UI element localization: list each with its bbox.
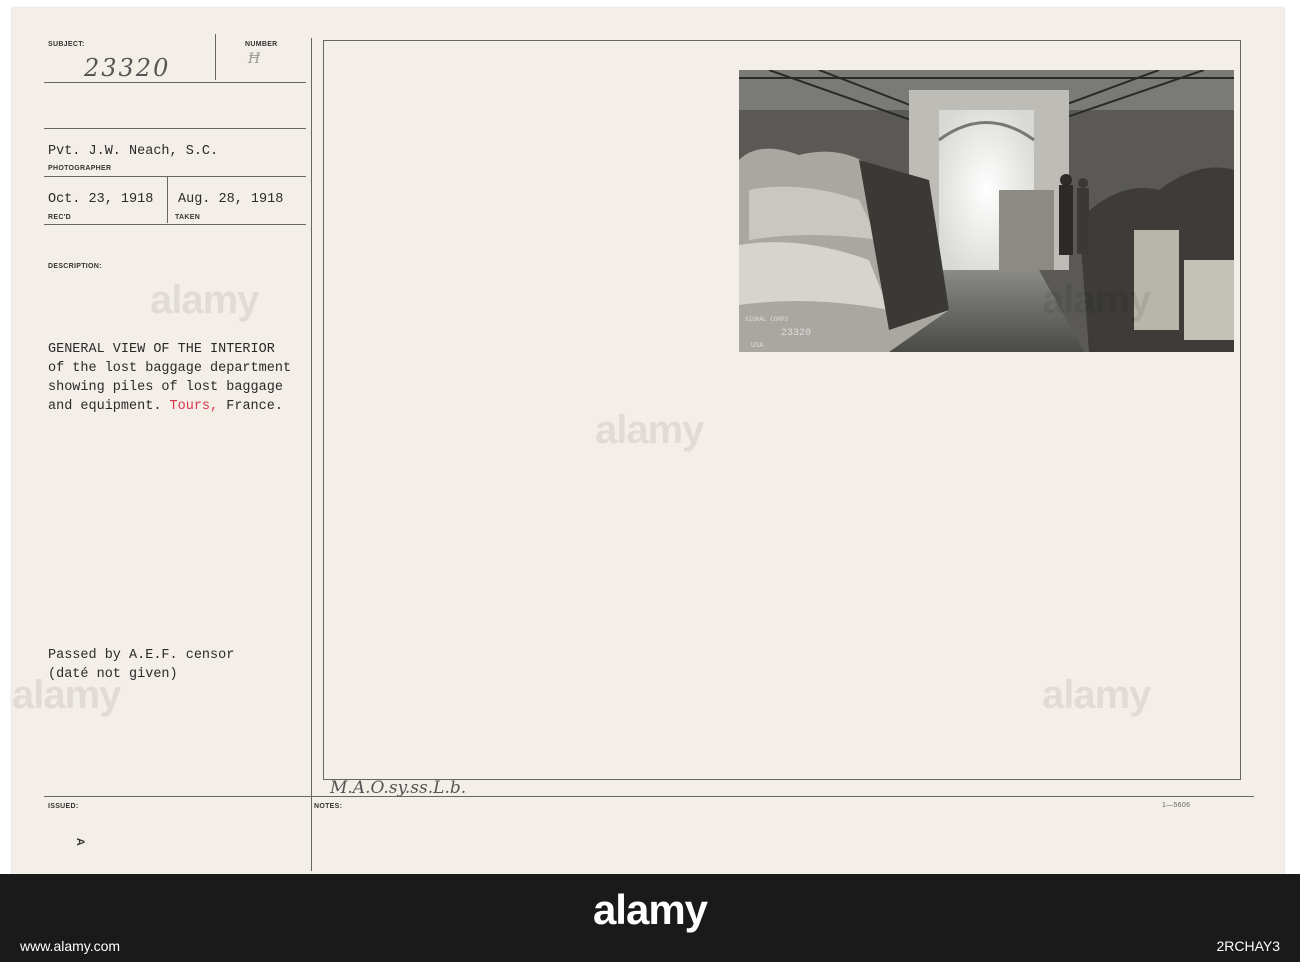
description-line-2: of the lost baggage department [48,361,292,376]
description-place: Tours, [169,399,219,414]
photo-scene [739,70,1234,352]
baggage-photograph: 23320 USA SIGNAL CORPS [739,70,1234,352]
subject-label: SUBJECT: [48,41,85,48]
stock-image-id: 2RCHAY3 [1216,938,1280,954]
received-label: REC'D [48,214,71,221]
watermark-5: alamy [1042,673,1151,717]
dates-rule-bottom [44,224,306,225]
number-mark: Ħ [248,51,261,67]
taken-label: TAKEN [175,214,201,221]
subject-number-divider [215,34,216,80]
description-line-4: and equipment. Tours, France. [48,399,283,414]
photo-stamp-country: USA [751,342,764,350]
photo-stamp-number: 23320 [781,328,812,339]
notes-box-right [1240,40,1241,780]
watermark-3: alamy [1042,278,1151,322]
photo-stamp-agency: SIGNAL CORPS [745,316,789,323]
date-taken: Aug. 28, 1918 [178,192,284,207]
watermark-2: alamy [595,408,704,452]
left-column-divider [311,38,312,871]
photographer-name: Pvt. J.W. Neach, S.C. [48,144,219,159]
notes-handwritten: M.A.O.sy.ss.L.b. [330,778,467,798]
issued-mark: A [74,837,87,847]
notes-rule [44,796,1254,797]
stock-url: www.alamy.com [20,938,121,954]
issued-label: ISSUED: [48,803,79,810]
archive-card: SUBJECT: NUMBER PHOTOGRAPHER REC'D TAKEN… [12,8,1284,874]
subject-rule [44,82,306,83]
description-line-1: GENERAL VIEW OF THE INTERIOR [48,342,275,357]
notes-box-left [323,40,324,780]
photographer-rule [44,128,306,129]
stock-footer: alamy www.alamy.com 2RCHAY3 [0,874,1300,962]
dates-divider [167,176,168,223]
censor-line-1: Passed by A.E.F. censor [48,648,235,663]
number-label: NUMBER [245,41,278,48]
stock-logo: alamy [592,886,708,933]
description-country: France. [226,399,283,414]
dates-rule-top [44,176,306,177]
notes-box-top [323,40,1240,41]
watermark-1: alamy [150,278,259,322]
description-line-3: showing piles of lost baggage [48,380,283,395]
description-label: DESCRIPTION: [48,263,102,270]
watermark-4: alamy [12,673,121,717]
description-line-4-prefix: and equipment. [48,399,162,414]
notes-label: NOTES: [314,803,343,810]
date-received: Oct. 23, 1918 [48,192,154,207]
form-code: 1—5606 [1162,802,1191,809]
subject-number: 23320 [84,54,171,82]
photographer-label: PHOTOGRAPHER [48,165,112,172]
